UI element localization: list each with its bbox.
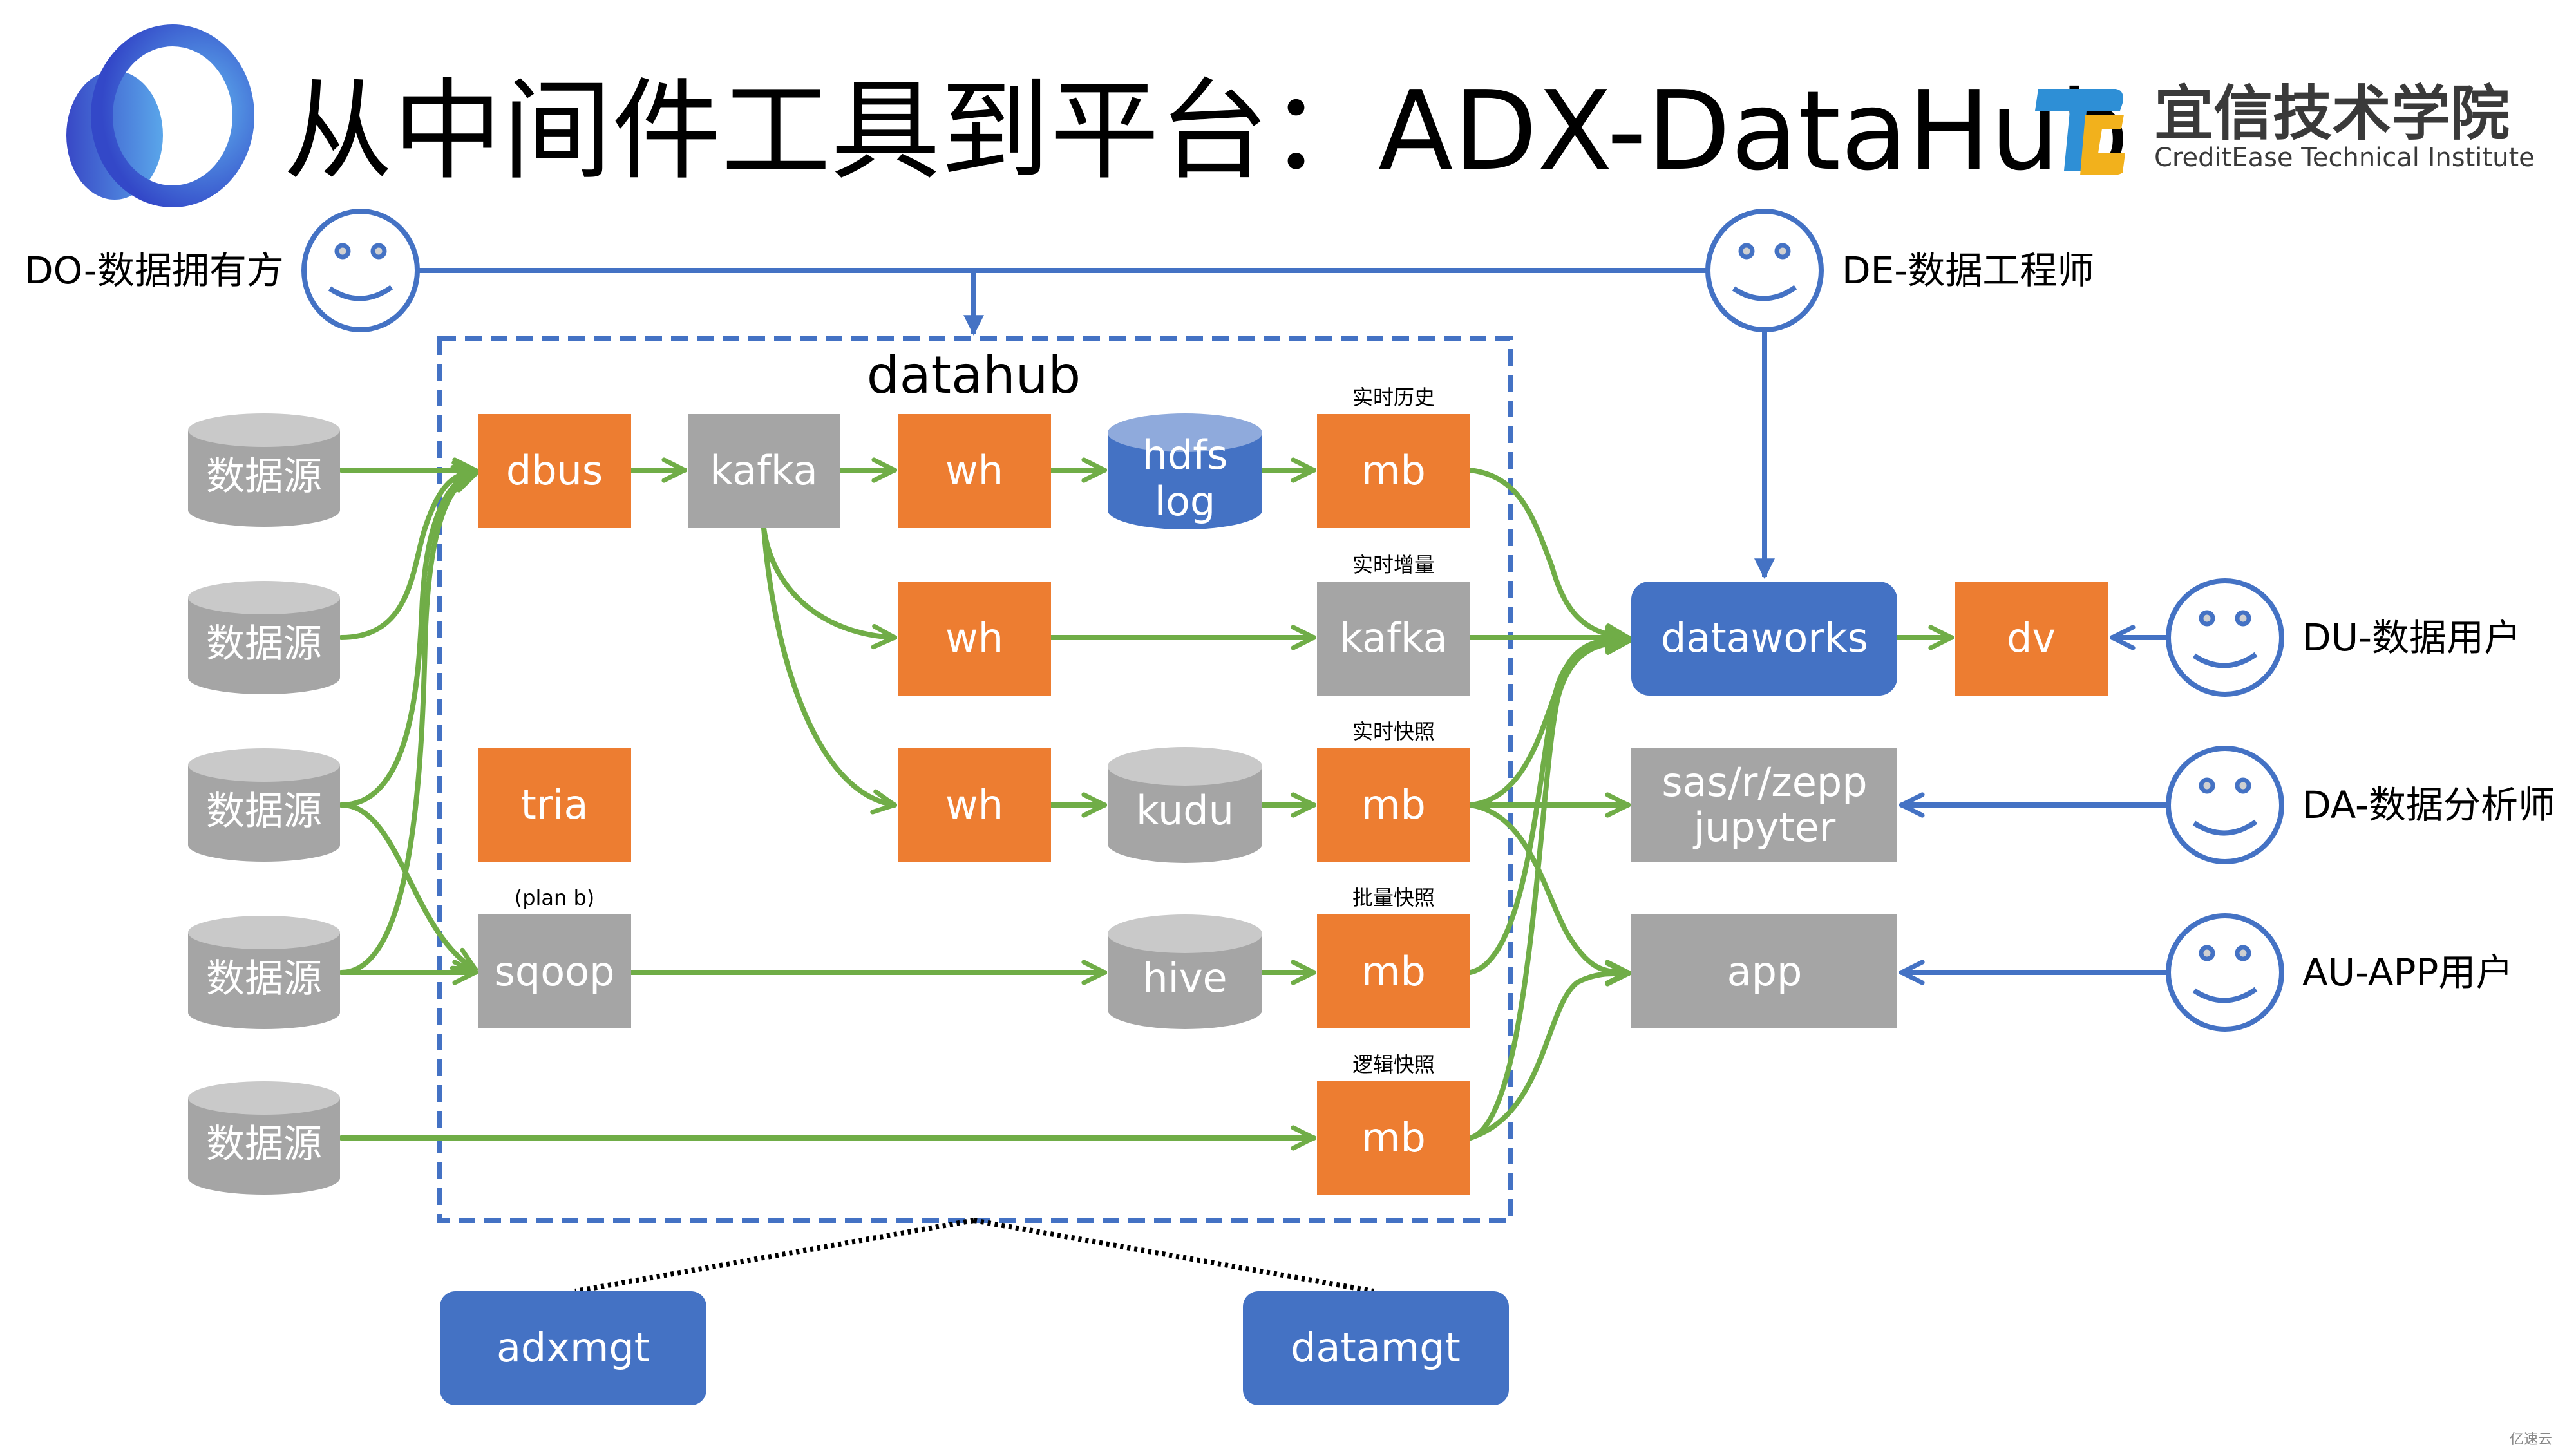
node-log-label: log (1155, 478, 1216, 525)
brand-name-cn: 宜信技术学院 (2154, 79, 2510, 148)
node-adxmgt[interactable]: adxmgt (440, 1291, 706, 1405)
node-kafka[interactable]: kafka (688, 414, 840, 528)
node-mb-batch-snapshot[interactable]: mb (1317, 914, 1470, 1028)
caption-logical-snapshot: 逻辑快照 (1352, 1052, 1435, 1077)
role-label-de: DE-数据工程师 (1842, 249, 2094, 292)
role-label-da: DA-数据分析师 (2302, 783, 2555, 827)
caption-realtime-snapshot: 实时快照 (1352, 719, 1435, 744)
caption-realtime-history: 实时历史 (1352, 385, 1435, 410)
data-source-5[interactable]: 数据源 (188, 1081, 340, 1195)
node-kafka-realtime-increment[interactable]: kafka (1317, 582, 1470, 696)
node-app[interactable]: app (1631, 914, 1897, 1028)
flow-src3-dbus (339, 473, 475, 808)
node-hive[interactable]: hive (1108, 914, 1262, 1029)
datahub-label: datahub (867, 345, 1081, 405)
node-tria[interactable]: tria (478, 748, 631, 862)
role-label-du: DU-数据用户 (2302, 616, 2521, 659)
flow-mb3-app (1468, 802, 1628, 972)
role-de-face-icon (1705, 209, 1824, 332)
flow-kafka-wh3 (761, 526, 895, 805)
node-mb4-label: mb (1361, 948, 1426, 995)
node-jupyter-label: jupyter (1692, 804, 1836, 851)
node-wh2-label: wh (945, 614, 1003, 661)
node-wh-realtime-snapshot[interactable]: wh (898, 748, 1051, 862)
node-hive-label: hive (1142, 954, 1227, 1001)
role-da-face-icon (2166, 746, 2284, 864)
node-dbus-label: dbus (506, 447, 603, 494)
node-app-label: app (1727, 948, 1803, 995)
node-dv-label: dv (2007, 614, 2056, 661)
node-mb3-label: mb (1361, 781, 1426, 828)
brand-name-en: CreditEase Technical Institute (2154, 143, 2535, 173)
node-datamgt-label: datamgt (1291, 1324, 1461, 1371)
data-source-3[interactable]: 数据源 (188, 748, 340, 862)
sqoop-note: (plan b) (515, 886, 595, 910)
node-mb-logical-snapshot[interactable]: mb (1317, 1081, 1470, 1195)
adx-datahub-diagram: 从中间件工具到平台：ADX-DataHub 宜信技术学院 CreditEase … (24, 24, 2555, 1448)
flow-src3-sqoop (339, 802, 475, 972)
page-title: 从中间件工具到平台：ADX-DataHub (283, 68, 2129, 195)
data-source-label: 数据源 (206, 621, 322, 667)
caption-realtime-increment: 实时增量 (1352, 553, 1435, 577)
role-label-au: AU-APP用户 (2302, 951, 2513, 994)
flow-kafka-wh2 (761, 526, 895, 638)
data-source-label: 数据源 (206, 454, 322, 499)
node-sqoop[interactable]: sqoop (478, 914, 631, 1028)
flow-mb1-dataworks (1468, 468, 1628, 638)
node-kafka2-label: kafka (1340, 614, 1447, 661)
role-au-face-icon (2166, 913, 2284, 1032)
caption-batch-snapshot: 批量快照 (1352, 886, 1435, 910)
role-do-face-icon (301, 209, 420, 332)
management-connectors (574, 1218, 1374, 1294)
node-mb5-label: mb (1361, 1114, 1426, 1161)
flow-src2-dbus (339, 471, 475, 640)
node-dv[interactable]: dv (1955, 582, 2108, 696)
node-dataworks[interactable]: dataworks (1631, 582, 1897, 696)
data-source-2[interactable]: 数据源 (188, 581, 340, 694)
node-tria-label: tria (520, 781, 588, 828)
node-sas-jupyter[interactable]: sas/r/zepp jupyter (1631, 748, 1897, 862)
data-source-label: 数据源 (206, 789, 322, 834)
node-wh-realtime-increment[interactable]: wh (898, 582, 1051, 696)
node-dataworks-label: dataworks (1661, 614, 1868, 661)
node-sqoop-label: sqoop (495, 948, 615, 995)
node-hdfs-log[interactable]: hdfs log (1108, 413, 1262, 529)
node-kudu-label: kudu (1136, 787, 1234, 834)
watermark-text: 亿速云 (2510, 1432, 2552, 1448)
node-kudu[interactable]: kudu (1108, 747, 1262, 863)
role-label-do: DO-数据拥有方 (24, 249, 284, 292)
header-logo-icon (66, 24, 254, 207)
node-mb1-label: mb (1361, 447, 1426, 494)
watermark: 亿速云 (2510, 1432, 2552, 1448)
data-source-1[interactable]: 数据源 (188, 413, 340, 527)
node-mb-realtime-snapshot[interactable]: mb (1317, 748, 1470, 862)
node-wh-realtime-history[interactable]: wh (898, 414, 1051, 528)
node-wh3-label: wh (945, 781, 1003, 828)
data-source-label: 数据源 (206, 1122, 322, 1167)
data-source-4[interactable]: 数据源 (188, 916, 340, 1029)
node-wh1-label: wh (945, 447, 1003, 494)
node-kafka-label: kafka (710, 447, 817, 494)
node-mb-realtime-history[interactable]: mb (1317, 414, 1470, 528)
node-dbus[interactable]: dbus (478, 414, 631, 528)
node-adxmgt-label: adxmgt (497, 1324, 650, 1371)
brand-logo: 宜信技术学院 CreditEase Technical Institute (2035, 79, 2535, 175)
data-source-label: 数据源 (206, 956, 322, 1001)
node-datamgt[interactable]: datamgt (1243, 1291, 1509, 1405)
role-du-face-icon (2166, 578, 2284, 697)
node-sas-label: sas/r/zepp (1662, 759, 1867, 806)
node-hdfs-label: hdfs (1142, 431, 1228, 478)
